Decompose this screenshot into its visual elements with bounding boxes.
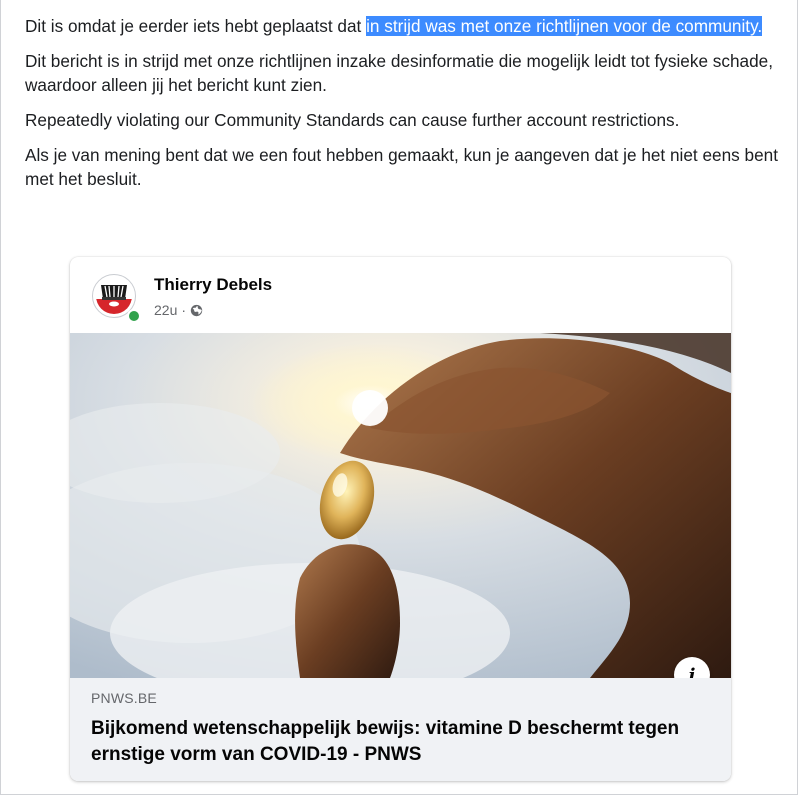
notice-paragraph-2: Dit bericht is in strijd met onze richtl…	[25, 51, 773, 95]
shared-post-card: Thierry Debels 22u · i PNWS.BE Bijkomend…	[70, 257, 731, 781]
link-domain: PNWS.BE	[91, 690, 157, 706]
notice-paragraph-3: Repeatedly violating our Community Stand…	[25, 110, 680, 130]
selected-text[interactable]: in strijd was met onze richtlijnen voor …	[366, 16, 763, 36]
post-meta: 22u ·	[154, 302, 203, 318]
link-title[interactable]: Bijkomend wetenschappelijk bewijs: vitam…	[91, 716, 711, 768]
avatar[interactable]	[92, 274, 141, 323]
notice-paragraph-4: Als je van mening bent dat we een fout h…	[25, 145, 778, 189]
link-preview[interactable]: PNWS.BE Bijkomend wetenschappelijk bewij…	[70, 678, 731, 781]
meta-separator: ·	[181, 302, 187, 318]
vitamin-capsule-photo	[70, 333, 731, 678]
globe-icon[interactable]	[190, 304, 203, 317]
notice-reason-text: Dit is omdat je eerder iets hebt geplaat…	[25, 16, 367, 36]
restriction-notice: Dit is omdat je eerder iets hebt geplaat…	[25, 14, 785, 202]
post-author-name[interactable]: Thierry Debels	[154, 275, 272, 295]
post-header: Thierry Debels 22u ·	[70, 257, 731, 333]
avatar-logo-icon	[96, 278, 132, 314]
post-timestamp[interactable]: 22u	[154, 302, 177, 318]
notice-paragraph-1: Dit is omdat je eerder iets hebt geplaat…	[25, 14, 785, 38]
post-image[interactable]	[70, 333, 731, 678]
online-status-indicator	[127, 309, 141, 323]
